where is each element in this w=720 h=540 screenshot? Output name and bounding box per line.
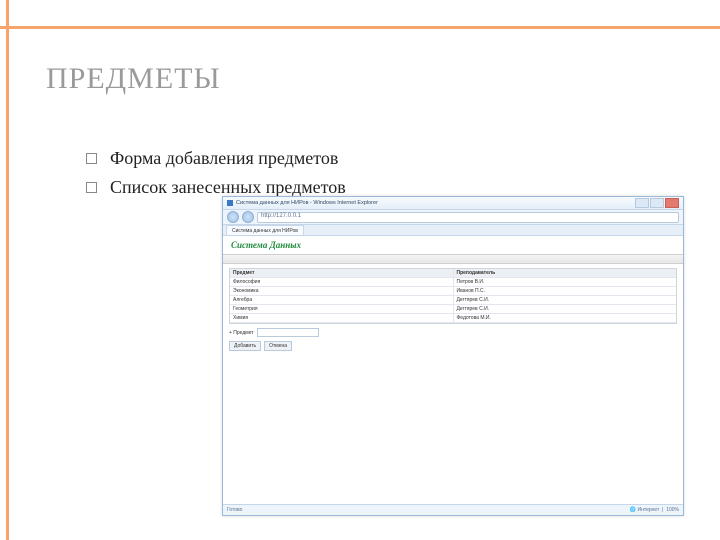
status-net: Интернет — [638, 507, 660, 513]
window-title: Система данных для НИРов - Windows Inter… — [236, 200, 378, 206]
back-button[interactable] — [227, 211, 239, 223]
globe-icon: 🌐 — [630, 507, 636, 513]
cell-subject: Алгебра — [230, 296, 454, 304]
status-left: Готово — [227, 507, 242, 513]
zoom-level: 100% — [666, 507, 679, 513]
accent-border-left — [0, 0, 9, 540]
col-header-subject: Предмет — [230, 269, 454, 277]
browser-tab[interactable]: Система данных для НИРов — [226, 225, 304, 235]
status-right: 🌐 Интернет | 100% — [630, 507, 679, 513]
address-bar[interactable]: http://127.0.0.1 — [257, 212, 679, 223]
cell-teacher: Иванов П.С. — [454, 287, 677, 295]
maximize-button[interactable] — [650, 198, 664, 208]
table-row: Экономика Иванов П.С. — [230, 287, 676, 296]
table-header-row: Предмет Преподаватель — [230, 269, 676, 278]
bullet-item: Список занесенных предметов — [86, 177, 346, 198]
site-heading: Система Данных — [223, 236, 683, 254]
table-row: Алгебра Дегтярев С.И. — [230, 296, 676, 305]
col-header-teacher: Преподаватель — [454, 269, 677, 277]
browser-tabbar: Система данных для НИРов — [223, 225, 683, 236]
accent-border-top — [0, 0, 720, 29]
form-label: + Предмет — [229, 330, 254, 336]
form-buttons: Добавить Отмена — [229, 341, 677, 351]
cell-subject: Философия — [230, 278, 454, 286]
table-row: Философия Петров В.И. — [230, 278, 676, 287]
site-menu-bar[interactable] — [223, 254, 683, 264]
browser-statusbar: Готово 🌐 Интернет | 100% — [223, 504, 683, 515]
bullet-item: Форма добавления предметов — [86, 148, 346, 169]
cell-teacher: Федотова М.И. — [454, 314, 677, 322]
table-row: Геометрия Дегтярев С.И. — [230, 305, 676, 314]
cell-subject: Химия — [230, 314, 454, 322]
cancel-button[interactable]: Отмена — [264, 341, 292, 351]
minimize-button[interactable] — [635, 198, 649, 208]
close-button[interactable] — [665, 198, 679, 208]
page-content: Система Данных Предмет Преподаватель Фил… — [223, 236, 683, 504]
cell-subject: Геометрия — [230, 305, 454, 313]
screenshot-browser-window: Система данных для НИРов - Windows Inter… — [222, 196, 684, 516]
cell-subject: Экономика — [230, 287, 454, 295]
window-controls — [635, 198, 679, 208]
cell-teacher: Дегтярев С.И. — [454, 305, 677, 313]
forward-button[interactable] — [242, 211, 254, 223]
table-row: Химия Федотова М.И. — [230, 314, 676, 323]
window-titlebar: Система данных для НИРов - Windows Inter… — [223, 197, 683, 210]
add-subject-form: + Предмет — [229, 328, 677, 337]
cell-teacher: Дегтярев С.И. — [454, 296, 677, 304]
slide-title: ПРЕДМЕТЫ — [46, 62, 221, 96]
subject-input[interactable] — [257, 328, 319, 337]
cell-teacher: Петров В.И. — [454, 278, 677, 286]
browser-toolbar: http://127.0.0.1 — [223, 210, 683, 225]
favicon-icon — [227, 200, 233, 206]
subjects-table: Предмет Преподаватель Философия Петров В… — [229, 268, 677, 324]
submit-button[interactable]: Добавить — [229, 341, 261, 351]
